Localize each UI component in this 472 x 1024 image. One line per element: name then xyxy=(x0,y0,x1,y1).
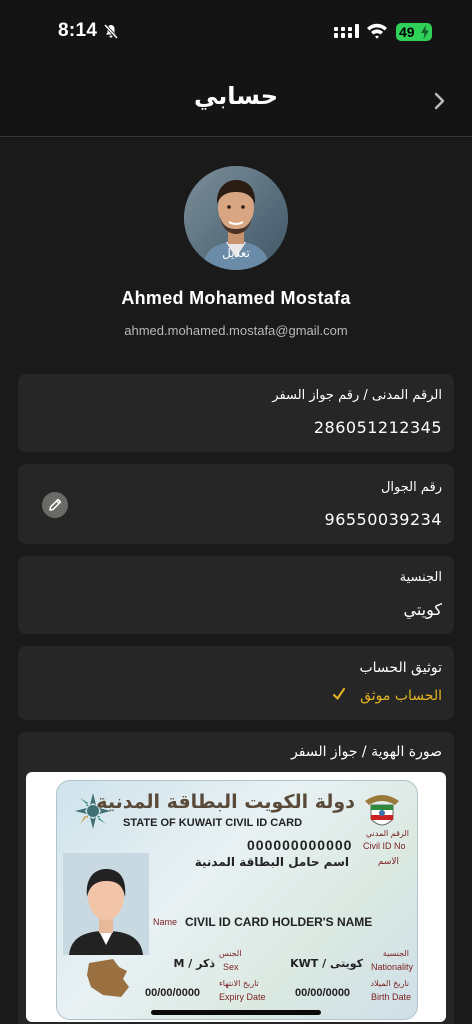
id-birth-value: 00/00/0000 xyxy=(295,987,351,999)
pencil-icon xyxy=(49,498,62,511)
phone-value: 96550039234 xyxy=(324,510,442,529)
phone-card: رقم الجوال 96550039234 xyxy=(18,464,454,544)
id-holder-en: CIVIL ID CARD HOLDER'S NAME xyxy=(185,915,373,929)
battery-indicator: 49 xyxy=(396,23,432,41)
id-name-label-ar: الاسم xyxy=(377,857,399,867)
id-sex-label-ar: الجنس xyxy=(219,949,242,958)
id-title-en: STATE OF KUWAIT CIVIL ID CARD xyxy=(123,817,303,829)
chevron-right-icon[interactable] xyxy=(430,88,450,114)
wifi-icon xyxy=(367,23,387,39)
user-name: Ahmed Mohamed Mostafa xyxy=(121,288,351,308)
id-civil-no-label-ar: الرقم المدني xyxy=(365,829,409,838)
id-nationality-value: كويتى / KWT xyxy=(290,957,363,970)
home-indicator[interactable] xyxy=(151,1010,321,1015)
id-image-label: صورة الهوية / جواز السفر xyxy=(291,744,442,760)
civil-id-card-image: دولة الكويت البطاقة المدنية STATE OF KUW… xyxy=(56,780,418,1020)
nationality-card: الجنسية كويتي xyxy=(18,556,454,634)
user-email: ahmed.mohamed.mostafa@gmail.com xyxy=(124,323,348,338)
header-bar: حسابي xyxy=(0,64,472,137)
id-expiry-value: 00/00/0000 xyxy=(145,987,201,999)
id-title-ar: دولة الكويت البطاقة المدنية xyxy=(96,791,355,813)
avatar-edit-label[interactable]: تعديل xyxy=(184,242,288,270)
id-image-card: صورة الهوية / جواز السفر دولة الكويت الب… xyxy=(18,732,454,1024)
id-civil-no-label-en: Civil ID No xyxy=(363,841,406,851)
civil-id-label: الرقم المدنى / رقم جواز السفر xyxy=(272,388,442,403)
id-holder-ar: اسم حامل البطاقة المدنية xyxy=(194,855,349,869)
id-nationality-label-en: Nationality xyxy=(371,962,414,972)
id-birth-label-en: Birth Date xyxy=(371,992,412,1002)
verification-status: الحساب موثق xyxy=(360,688,442,704)
status-bar: 8:14 49 xyxy=(0,0,472,64)
nationality-value: كويتي xyxy=(403,600,442,619)
check-icon xyxy=(333,688,345,700)
id-civil-no: 000000000000 xyxy=(247,837,353,853)
page-title: حسابي xyxy=(193,82,279,110)
coat-of-arms-icon xyxy=(365,795,399,826)
id-sex-label-en: Sex xyxy=(223,962,239,972)
charging-bolt-icon xyxy=(421,25,429,39)
signal-icon xyxy=(334,24,359,38)
id-expiry-label-en: Expiry Date xyxy=(219,992,266,1002)
id-image[interactable]: دولة الكويت البطاقة المدنية STATE OF KUW… xyxy=(26,772,446,1022)
verification-label: توثيق الحساب xyxy=(359,660,442,676)
kuwait-map-icon xyxy=(87,959,129,997)
id-nationality-label-ar: الجنسية xyxy=(382,949,409,958)
verification-card: توثيق الحساب الحساب موثق xyxy=(18,646,454,720)
civil-id-card: الرقم المدنى / رقم جواز السفر 2860512123… xyxy=(18,374,454,452)
id-sex-value: ذكر / M xyxy=(173,957,215,970)
id-birth-label-ar: تاريخ الميلاد xyxy=(370,979,410,988)
id-holder-photo xyxy=(63,853,149,955)
id-expiry-label-ar: تاريخ الانتهاء xyxy=(219,979,259,988)
profile-content: تعديل Ahmed Mohamed Mostafa ahmed.mohame… xyxy=(0,138,472,1024)
battery-level: 49 xyxy=(399,24,415,40)
nationality-label: الجنسية xyxy=(399,570,442,585)
status-time: 8:14 xyxy=(58,20,98,41)
id-name-label-en: Name xyxy=(153,917,178,927)
avatar[interactable]: تعديل xyxy=(184,166,288,270)
bell-off-icon xyxy=(103,23,119,39)
phone-label: رقم الجوال xyxy=(380,480,442,495)
edit-phone-button[interactable] xyxy=(42,492,68,518)
civil-id-value: 286051212345 xyxy=(313,418,442,437)
